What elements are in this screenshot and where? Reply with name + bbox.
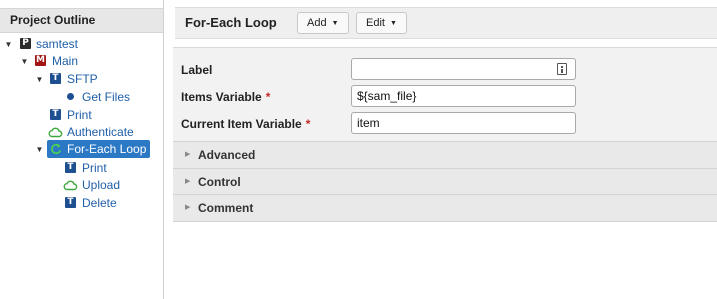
required-marker: * <box>305 117 311 131</box>
section-label: Advanced <box>198 148 256 162</box>
label-field-label: Label <box>181 63 213 77</box>
current-item-variable-input[interactable]: item <box>351 112 576 134</box>
properties-form: Label Items Variable * ${sam_file} Curren… <box>173 47 717 141</box>
task-icon: T <box>65 162 77 174</box>
module-icon: M <box>35 55 46 66</box>
task-icon: T <box>65 197 77 209</box>
cloud-icon <box>63 179 78 191</box>
editor-title: For-Each Loop <box>185 15 277 30</box>
tree-item-label: Main <box>52 54 79 68</box>
expand-toggle-icon[interactable]: ▼ <box>35 141 44 158</box>
project-outline-panel: Project Outline ▼ P samtest ▼ M Main ▼ T… <box>0 0 164 299</box>
required-marker: * <box>265 90 271 104</box>
tree-item-upload[interactable]: Upload <box>0 177 160 194</box>
cloud-icon <box>48 126 63 138</box>
section-advanced[interactable]: ▶ Advanced <box>173 141 717 168</box>
chevron-right-icon: ▶ <box>185 178 191 185</box>
add-menu-button[interactable]: Add ▼ <box>297 12 349 34</box>
chevron-right-icon: ▶ <box>185 204 191 211</box>
expand-toggle-icon[interactable]: ▼ <box>4 36 13 53</box>
tree-item-samtest[interactable]: ▼ P samtest <box>0 36 160 53</box>
chevron-down-icon: ▼ <box>389 20 397 27</box>
items-variable-label: Items Variable * <box>181 90 271 104</box>
items-variable-input[interactable]: ${sam_file} <box>351 85 576 107</box>
add-button-label: Add <box>307 17 327 29</box>
section-label: Control <box>198 175 241 189</box>
tree-item-get-files[interactable]: Get Files <box>0 89 160 106</box>
divider <box>173 221 717 222</box>
expand-toggle-icon[interactable]: ▼ <box>35 71 44 88</box>
task-icon: T <box>50 73 62 85</box>
chevron-down-icon: ▼ <box>331 20 339 27</box>
edit-menu-button[interactable]: Edit ▼ <box>356 12 407 34</box>
editor-toolbar: For-Each Loop Add ▼ Edit ▼ <box>175 7 717 39</box>
section-comment[interactable]: ▶ Comment <box>173 194 717 221</box>
tree-item-authenticate[interactable]: Authenticate <box>0 124 160 141</box>
variable-picker-icon[interactable] <box>557 63 567 75</box>
tree-item-label: Authenticate <box>67 125 134 139</box>
task-icon: T <box>50 109 62 121</box>
current-item-variable-label: Current Item Variable * <box>181 117 311 131</box>
tree-item-label: Print <box>82 161 107 175</box>
tree-item-sftp[interactable]: ▼ T SFTP <box>0 71 160 88</box>
tree-item-label: Upload <box>82 178 121 192</box>
bullet-icon <box>65 91 77 103</box>
section-label: Comment <box>198 201 254 215</box>
tree-item-delete[interactable]: T Delete <box>0 195 160 212</box>
tree-item-main[interactable]: ▼ M Main <box>0 53 160 70</box>
loop-icon <box>50 143 62 155</box>
edit-button-label: Edit <box>366 17 385 29</box>
tree-item-label: Get Files <box>82 90 131 104</box>
tree-item-label: samtest <box>36 37 79 51</box>
tree-item-for-each-loop[interactable]: ▼ For-Each Loop <box>0 141 160 158</box>
label-input[interactable] <box>351 58 576 80</box>
project-outline-header: Project Outline <box>0 8 163 33</box>
tree-item-print[interactable]: T Print <box>0 107 160 124</box>
project-icon: P <box>20 38 32 50</box>
tree-item-label: SFTP <box>67 72 98 86</box>
chevron-right-icon: ▶ <box>185 151 191 158</box>
expand-toggle-icon[interactable]: ▼ <box>20 53 29 70</box>
tree-item-label: Delete <box>82 196 117 210</box>
section-control[interactable]: ▶ Control <box>173 168 717 195</box>
tree-item-print-child[interactable]: T Print <box>0 160 160 177</box>
tree-item-label: For-Each Loop <box>67 142 147 156</box>
tree-item-label: Print <box>67 108 92 122</box>
